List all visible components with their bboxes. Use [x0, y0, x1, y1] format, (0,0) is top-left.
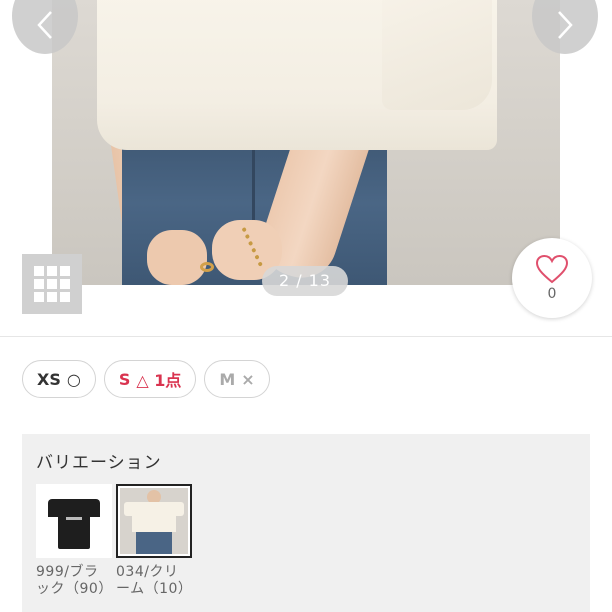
variation-caption: 999/ブラック（90） [36, 564, 113, 597]
size-label: XS [37, 369, 61, 389]
stock-status: ○ [66, 369, 81, 389]
variation-item-black[interactable]: 999/ブラック（90） [36, 484, 112, 598]
stock-status: × [241, 369, 255, 389]
variation-thumbnail [36, 484, 112, 558]
grid-view-icon [34, 266, 44, 276]
size-label: S [118, 369, 131, 389]
image-counter: 2 / 13 [262, 266, 348, 296]
size-chip-xs[interactable]: XS ○ [22, 360, 96, 398]
favorite-button[interactable]: 0 [512, 238, 592, 318]
stock-status: △ 1点 [136, 371, 182, 390]
variation-thumbnail [116, 484, 192, 558]
size-label: M [219, 369, 236, 389]
size-selector: XS ○ S △ 1点 M × [22, 360, 270, 398]
section-divider [0, 336, 612, 337]
chevron-right-icon [558, 11, 573, 39]
chevron-left-icon [37, 11, 52, 39]
size-chip-s[interactable]: S △ 1点 [103, 360, 197, 398]
product-image-gallery: 2 / 13 0 [0, 0, 612, 330]
product-page: 2 / 13 0 XS ○ S △ 1点 M × バリエーション 999/ブラッ… [0, 0, 612, 612]
variation-title: バリエーション [36, 453, 162, 473]
favorite-count: 0 [547, 286, 557, 302]
variation-item-cream[interactable]: 034/クリーム（10） [116, 484, 192, 598]
variation-panel: バリエーション 999/ブラック（90） 034/クリーム（10） [22, 434, 590, 612]
grid-view-button[interactable] [22, 254, 82, 314]
variation-caption: 034/クリーム（10） [116, 564, 193, 597]
size-chip-m[interactable]: M × [204, 360, 270, 398]
product-photo[interactable] [52, 0, 560, 285]
heart-icon [535, 254, 569, 284]
